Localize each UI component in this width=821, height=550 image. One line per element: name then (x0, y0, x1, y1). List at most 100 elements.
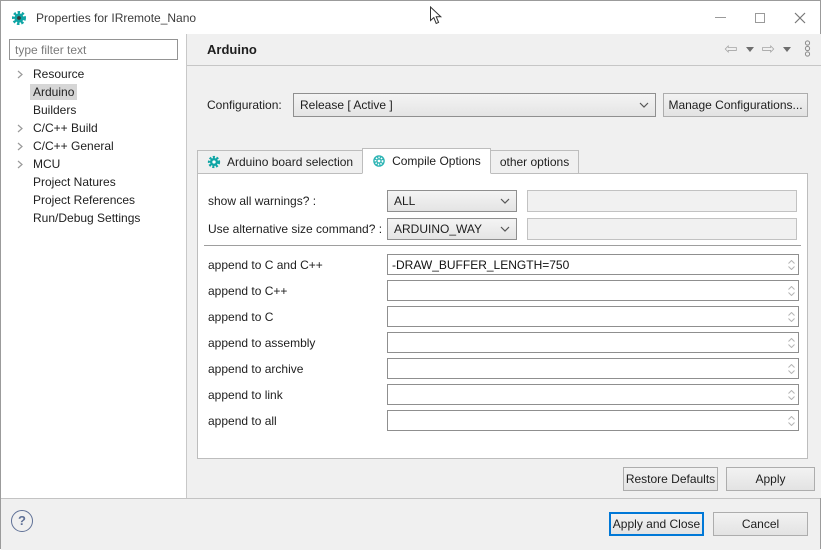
scroll-arrows-icon[interactable] (784, 333, 798, 352)
append-all-input[interactable] (388, 412, 784, 429)
show-all-warnings-value: ALL (394, 194, 500, 208)
back-icon[interactable]: ⇦ (724, 42, 737, 58)
gear-icon (207, 155, 221, 169)
configuration-label: Configuration: (207, 98, 293, 112)
show-all-warnings-label: show all warnings? : (208, 190, 316, 212)
chevron-right-icon[interactable] (16, 160, 30, 169)
filter-input[interactable] (9, 39, 178, 60)
append-assembly-label: append to assembly (208, 332, 315, 354)
append-c-label: append to C (208, 306, 273, 328)
alt-size-command-label: Use alternative size command? : (208, 218, 382, 240)
sidebar-item-label: Resource (30, 66, 87, 82)
sidebar-item-project-natures[interactable]: Project Natures (1, 173, 186, 191)
append-archive-label: append to archive (208, 358, 303, 380)
scroll-arrows-icon[interactable] (784, 385, 798, 404)
append-all-label: append to all (208, 410, 277, 432)
sidebar-item-label: Builders (30, 102, 79, 118)
maximize-button[interactable] (740, 1, 780, 34)
chevron-right-icon[interactable] (16, 124, 30, 133)
append-link-field-wrap (387, 384, 799, 405)
tab-other-options[interactable]: other options (490, 150, 579, 174)
manage-configurations-button[interactable]: Manage Configurations... (663, 93, 808, 117)
append-assembly-field-wrap (387, 332, 799, 353)
view-menu-icon[interactable] (803, 40, 812, 60)
back-history-caret-icon[interactable] (746, 47, 754, 52)
sidebar-item-builders[interactable]: Builders (1, 101, 186, 119)
append-cpp-label: append to C++ (208, 280, 287, 302)
sidebar-item-label: Project References (30, 192, 138, 208)
title-bar: Properties for IRremote_Nano (1, 1, 820, 34)
sidebar-item-cpp-general[interactable]: C/C++ General (1, 137, 186, 155)
append-link-input[interactable] (388, 386, 784, 403)
sidebar-item-label: C/C++ Build (30, 120, 101, 136)
tab-label: Compile Options (392, 154, 481, 168)
app-gear-icon (11, 10, 27, 26)
bottom-bar: ? Apply and Close Cancel (1, 498, 820, 550)
alt-size-command-select[interactable]: ARDUINO_WAY (387, 218, 517, 240)
compile-options-panel: show all warnings? : ALL Use alternative… (197, 173, 808, 459)
sidebar-item-mcu[interactable]: MCU (1, 155, 186, 173)
chevron-down-icon (500, 226, 510, 232)
sidebar-item-run-debug-settings[interactable]: Run/Debug Settings (1, 209, 186, 227)
append-assembly-input[interactable] (388, 334, 784, 351)
properties-dialog: Properties for IRremote_Nano Resource Ar… (0, 0, 821, 549)
mouse-cursor (429, 6, 443, 26)
tab-label: Arduino board selection (227, 155, 353, 169)
main-panel: Arduino ⇦ ⇨ Configuration: Release [ Act… (187, 34, 821, 498)
chevron-down-icon (500, 198, 510, 204)
close-button[interactable] (780, 1, 820, 34)
help-icon[interactable]: ? (11, 510, 33, 532)
append-cpp-input[interactable] (388, 282, 784, 299)
minimize-button[interactable] (700, 1, 740, 34)
page-header: Arduino ⇦ ⇨ (187, 34, 821, 66)
sidebar-item-label: MCU (30, 156, 63, 172)
minimize-icon (715, 17, 726, 18)
append-cpp-field-wrap (387, 280, 799, 301)
sidebar-item-label: Arduino (30, 84, 77, 100)
apply-and-close-button[interactable]: Apply and Close (609, 512, 704, 536)
sidebar-item-resource[interactable]: Resource (1, 65, 186, 83)
append-c-cpp-input[interactable] (388, 256, 784, 273)
configuration-row: Configuration: Release [ Active ] Manage… (207, 93, 808, 117)
tab-compile-options[interactable]: Compile Options (362, 148, 491, 174)
scroll-arrows-icon[interactable] (784, 307, 798, 326)
show-all-warnings-select[interactable]: ALL (387, 190, 517, 212)
tab-arduino-board-selection[interactable]: Arduino board selection (197, 150, 363, 174)
alt-size-command-value: ARDUINO_WAY (394, 222, 500, 236)
scroll-arrows-icon[interactable] (784, 255, 798, 274)
sidebar-item-label: Project Natures (30, 174, 119, 190)
size-extra-field (527, 218, 797, 240)
append-all-field-wrap (387, 410, 799, 431)
append-c-cpp-field-wrap (387, 254, 799, 275)
configuration-value: Release [ Active ] (300, 98, 639, 112)
tab-bar: Arduino board selection Compile Options … (197, 148, 578, 174)
configuration-select[interactable]: Release [ Active ] (293, 93, 656, 117)
forward-icon[interactable]: ⇨ (762, 42, 775, 58)
sidebar-item-cpp-build[interactable]: C/C++ Build (1, 119, 186, 137)
append-c-input[interactable] (388, 308, 784, 325)
section-divider (204, 245, 801, 246)
restore-defaults-button[interactable]: Restore Defaults (623, 467, 718, 491)
close-icon (794, 12, 806, 24)
scroll-arrows-icon[interactable] (784, 359, 798, 378)
warnings-extra-field (527, 190, 797, 212)
append-archive-field-wrap (387, 358, 799, 379)
properties-tree: Resource Arduino Builders C/C++ Build C/… (1, 65, 186, 227)
sidebar: Resource Arduino Builders C/C++ Build C/… (1, 34, 187, 498)
cancel-button[interactable]: Cancel (713, 512, 808, 536)
chevron-right-icon[interactable] (16, 70, 30, 79)
maximize-icon (755, 13, 765, 23)
chevron-right-icon[interactable] (16, 142, 30, 151)
append-link-label: append to link (208, 384, 283, 406)
sidebar-item-project-references[interactable]: Project References (1, 191, 186, 209)
append-c-cpp-label: append to C and C++ (208, 254, 323, 276)
append-c-field-wrap (387, 306, 799, 327)
apply-button[interactable]: Apply (726, 467, 815, 491)
append-archive-input[interactable] (388, 360, 784, 377)
page-title: Arduino (207, 42, 257, 57)
scroll-arrows-icon[interactable] (784, 281, 798, 300)
scroll-arrows-icon[interactable] (784, 411, 798, 430)
sidebar-item-arduino[interactable]: Arduino (1, 83, 186, 101)
window-title: Properties for IRremote_Nano (36, 11, 196, 25)
forward-history-caret-icon[interactable] (783, 47, 791, 52)
